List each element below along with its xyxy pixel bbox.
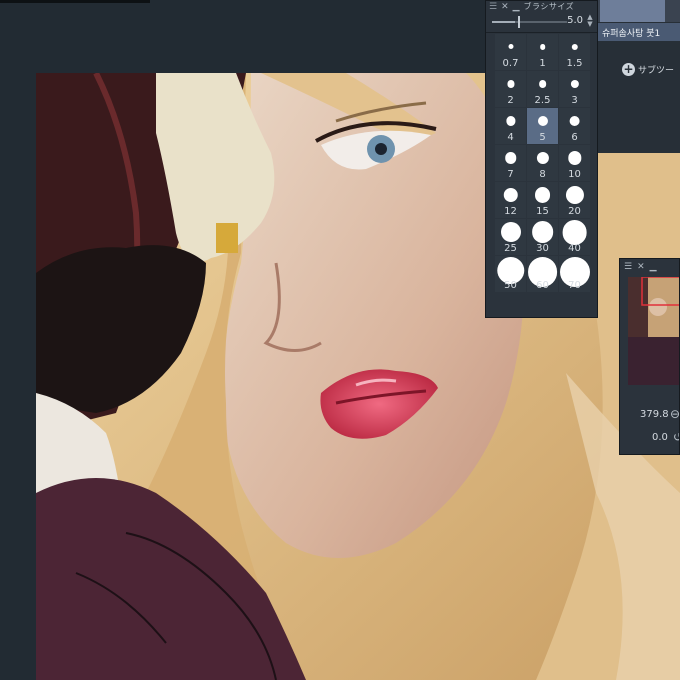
brush-size-label: 25	[504, 243, 517, 254]
palette-header: ☰ ✕ ▁ ブラシサイズ	[486, 1, 597, 12]
brush-size-value[interactable]: 5.0	[567, 15, 583, 26]
brush-size-label: 20	[568, 206, 581, 217]
subtool-item-selected[interactable]: 슈퍼솜사탕 붓1	[598, 23, 680, 41]
brush-size-label: 6	[571, 132, 578, 143]
spin-arrows-icon[interactable]: ▲ ▼	[586, 14, 594, 28]
brush-size-option[interactable]: 12	[495, 182, 526, 218]
brush-size-option[interactable]: 1	[527, 34, 558, 70]
brush-size-option[interactable]: 8	[527, 145, 558, 181]
brush-size-grid: 0.7 1 1.5 2 2.5 3 4 5 6 7 8 10 12 15 20 25 30 40 50 60 70	[495, 34, 597, 292]
brush-dot-icon	[536, 151, 549, 165]
brush-dot-icon	[562, 220, 587, 245]
brush-size-option[interactable]: 60	[527, 256, 558, 292]
brush-size-label: 50	[504, 280, 517, 291]
brush-dot-icon	[505, 116, 516, 126]
brush-size-option[interactable]: 4	[495, 108, 526, 144]
zoom-out-icon[interactable]: ⊖	[670, 407, 679, 421]
brush-dot-icon	[508, 44, 513, 50]
slider-knob[interactable]	[518, 16, 520, 28]
brush-size-label: 7	[507, 169, 514, 180]
brush-dot-icon	[534, 187, 551, 203]
plus-circle-icon[interactable]: +	[622, 63, 635, 76]
minimize-icon[interactable]: ▁	[650, 262, 657, 272]
brush-size-label: 5	[539, 132, 546, 143]
brush-size-option[interactable]: 6	[559, 108, 590, 144]
brush-dot-icon	[539, 44, 546, 50]
brush-size-label: 8	[539, 169, 546, 180]
brush-size-label: 40	[568, 243, 581, 254]
brush-dot-icon	[538, 80, 547, 88]
brush-size-option[interactable]: 10	[559, 145, 590, 181]
brush-dot-icon	[571, 43, 578, 51]
brush-dot-icon	[500, 222, 521, 242]
brush-dot-icon	[504, 152, 517, 164]
brush-size-option[interactable]: 5	[527, 108, 558, 144]
hamburger-icon[interactable]: ☰	[624, 262, 632, 272]
slider-fill	[492, 21, 515, 23]
brush-dot-icon	[565, 185, 584, 205]
brush-size-label: 4	[507, 132, 514, 143]
brush-size-option[interactable]: 50	[495, 256, 526, 292]
top-strip	[0, 0, 150, 3]
brush-size-option[interactable]: 25	[495, 219, 526, 255]
brush-size-option[interactable]: 70	[559, 256, 590, 292]
brush-dot-icon	[506, 80, 515, 88]
brush-size-label: 30	[536, 243, 549, 254]
brush-size-option[interactable]: 3	[559, 71, 590, 107]
brush-size-label: 0.7	[502, 58, 519, 69]
navigator-angle-value[interactable]: 0.0	[652, 432, 668, 443]
rotate-icon[interactable]: ↺	[673, 430, 679, 444]
brush-size-label: 60	[536, 280, 549, 291]
brush-size-row: 5.0 ▲ ▼	[486, 12, 597, 33]
brush-size-palette: ☰ ✕ ▁ ブラシサイズ 5.0 ▲ ▼ 0.7 1 1.5 2 2.5 3 4 5 6 7 8 10 1…	[485, 0, 598, 318]
brush-size-option[interactable]: 20	[559, 182, 590, 218]
brush-size-option[interactable]: 7	[495, 145, 526, 181]
brush-dot-icon	[503, 187, 518, 203]
brush-size-label: 1.5	[566, 58, 583, 69]
brush-dot-icon	[537, 115, 548, 127]
brush-size-option[interactable]: 40	[559, 219, 590, 255]
close-icon[interactable]: ✕	[501, 2, 509, 12]
subtool-item-label: 슈퍼솜사탕 붓1	[602, 29, 661, 39]
navigator-preview[interactable]	[628, 277, 679, 385]
brush-size-option[interactable]: 2.5	[527, 71, 558, 107]
brush-size-option[interactable]: 1.5	[559, 34, 590, 70]
navigator-panel: ☰ ✕ ▁ 379.8 ⊖ 0.0 ↺	[619, 258, 680, 455]
brush-dot-icon	[570, 79, 579, 89]
brush-size-label: 10	[568, 169, 581, 180]
hamburger-icon[interactable]: ☰	[489, 2, 497, 12]
navigator-header: ☰ ✕ ▁	[620, 259, 679, 275]
brush-size-label: 2	[507, 95, 514, 106]
brush-size-option[interactable]: 30	[527, 219, 558, 255]
brush-size-label: 2.5	[534, 95, 551, 106]
brush-size-option[interactable]: 15	[527, 182, 558, 218]
brush-size-label: 15	[536, 206, 549, 217]
close-icon[interactable]: ✕	[637, 262, 645, 272]
brush-size-label: 12	[504, 206, 517, 217]
subtool-tab-strip	[598, 0, 680, 22]
brush-dot-icon	[569, 115, 580, 127]
brush-size-slider[interactable]	[492, 16, 567, 28]
subtool-panel: 슈퍼솜사탕 붓1 + サブツー	[598, 0, 680, 153]
brush-size-label: 70	[568, 280, 581, 291]
add-subtool-label[interactable]: サブツー	[638, 63, 674, 76]
subtool-tab-selected[interactable]	[600, 0, 665, 22]
brush-size-label: 3	[571, 95, 578, 106]
brush-dot-icon	[567, 151, 582, 165]
navigator-zoom-value[interactable]: 379.8	[640, 409, 669, 420]
brush-size-label: 1	[539, 58, 546, 69]
brush-dot-icon	[531, 221, 554, 243]
brush-size-option[interactable]: 0.7	[495, 34, 526, 70]
minimize-icon[interactable]: ▁	[513, 2, 520, 12]
brush-size-option[interactable]: 2	[495, 71, 526, 107]
navigator-thumbnail	[628, 277, 679, 385]
palette-title: ブラシサイズ	[523, 2, 575, 11]
